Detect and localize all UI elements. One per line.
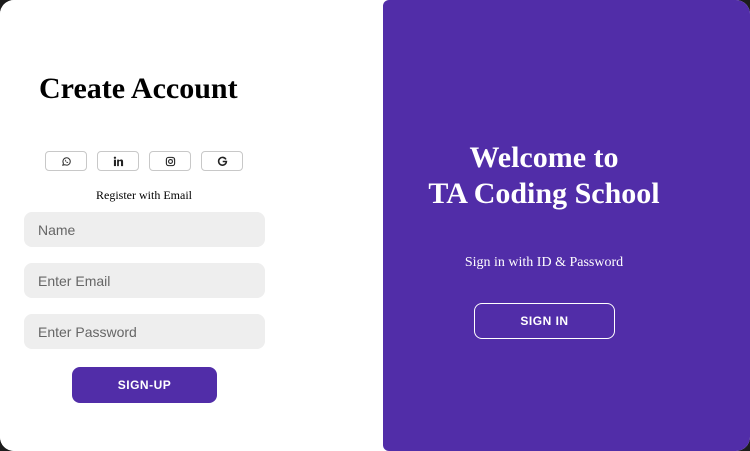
password-input[interactable] bbox=[24, 314, 265, 349]
signin-button[interactable]: SIGN IN bbox=[474, 303, 615, 339]
welcome-line-1: Welcome to bbox=[469, 141, 619, 174]
linkedin-icon bbox=[113, 156, 123, 166]
whatsapp-icon bbox=[61, 156, 71, 166]
instagram-icon bbox=[165, 156, 175, 166]
whatsapp-button[interactable] bbox=[45, 151, 87, 171]
signup-button[interactable]: SIGN-UP bbox=[72, 367, 217, 403]
register-subtitle: Register with Email bbox=[96, 188, 192, 202]
signup-panel: Create Account Register with Email Name … bbox=[0, 0, 383, 451]
google-icon bbox=[217, 156, 227, 166]
name-input[interactable] bbox=[24, 212, 265, 247]
auth-container: Create Account Register with Email Name … bbox=[0, 0, 750, 451]
google-button[interactable] bbox=[201, 151, 243, 171]
signin-subtitle: Sign in with ID & Password bbox=[464, 255, 624, 270]
email-input[interactable] bbox=[24, 263, 265, 298]
welcome-panel: Welcome to TA Coding School Sign in with… bbox=[383, 0, 750, 451]
welcome-line-2: TA Coding School bbox=[428, 177, 660, 210]
page-title: Create Account bbox=[39, 72, 238, 105]
linkedin-button[interactable] bbox=[97, 151, 139, 171]
instagram-button[interactable] bbox=[149, 151, 191, 171]
welcome-heading: Welcome to TA Coding School bbox=[383, 140, 705, 212]
